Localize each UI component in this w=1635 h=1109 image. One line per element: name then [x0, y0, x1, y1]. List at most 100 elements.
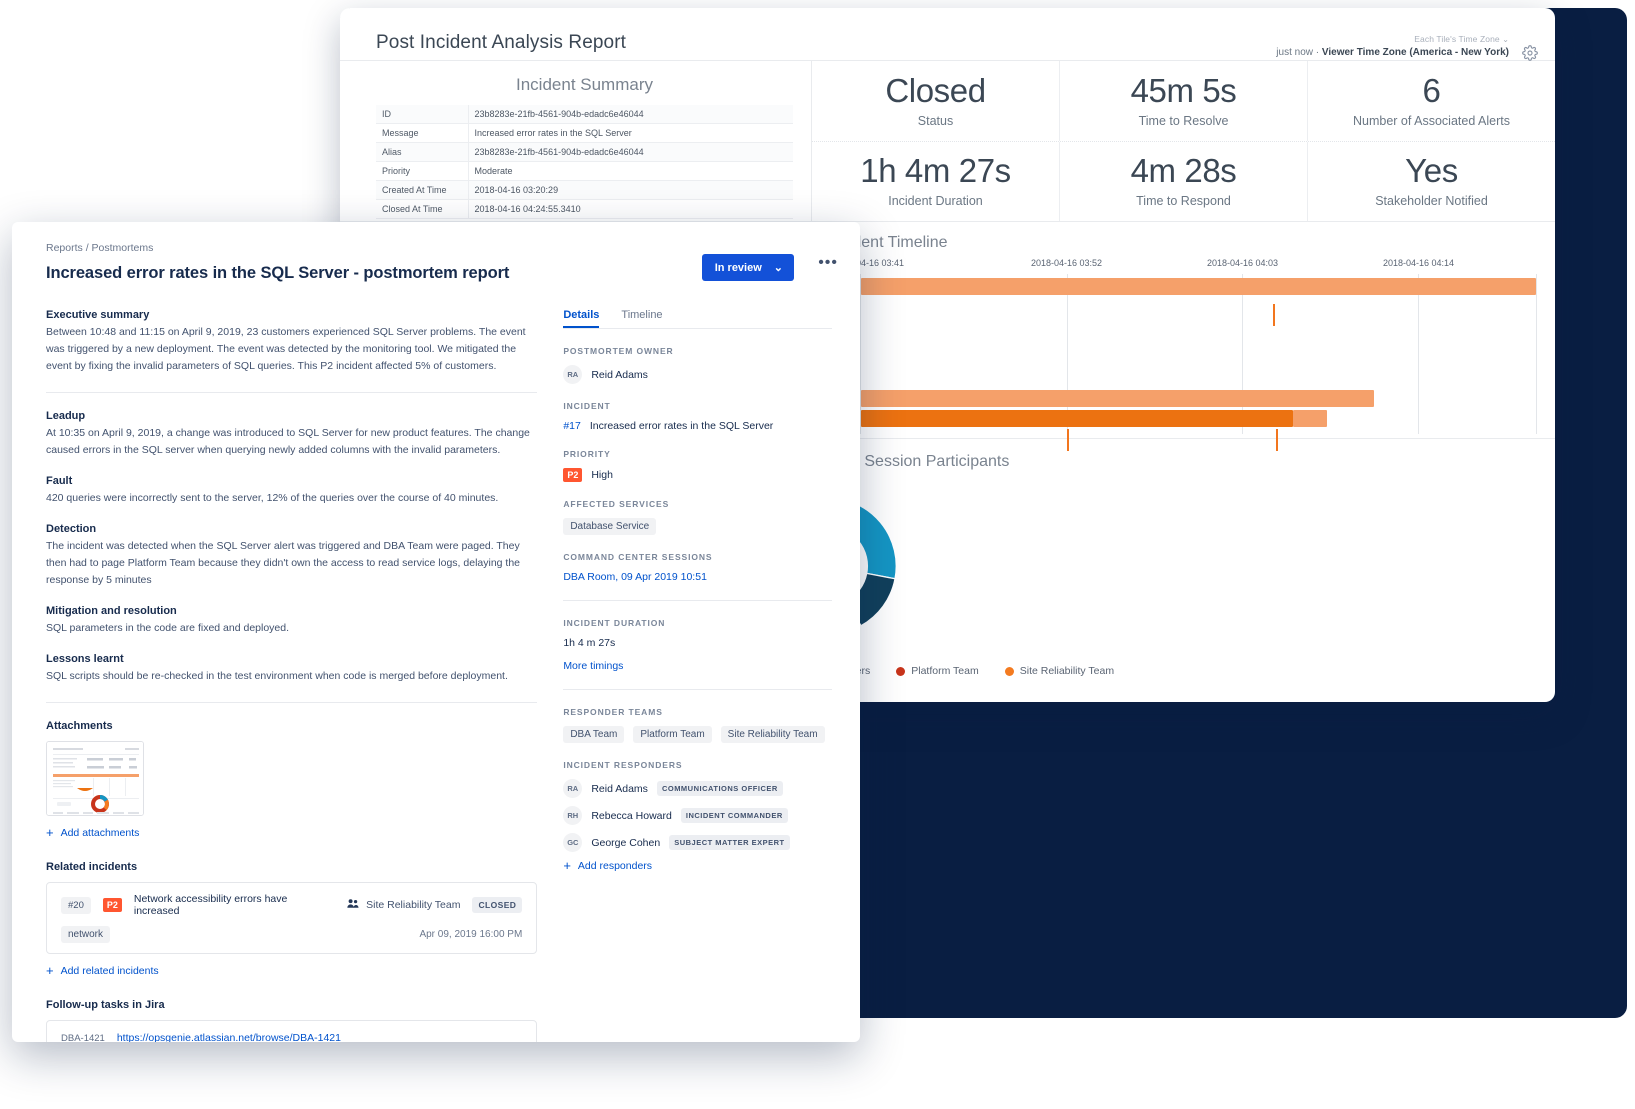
section-heading: Leadup — [46, 410, 537, 422]
priority-badge: P2 — [563, 468, 582, 482]
tab-timeline[interactable]: Timeline — [621, 309, 662, 328]
summary-row: MessageIncreased error rates in the SQL … — [376, 124, 793, 143]
stat-tile-label: Time to Respond — [1136, 194, 1231, 208]
add-related-incidents-button[interactable]: + Add related incidents — [46, 965, 537, 977]
chevron-down-icon: ⌄ — [774, 261, 783, 274]
priority-badge: P2 — [103, 898, 122, 912]
section-body: At 10:35 on April 9, 2019, a change was … — [46, 425, 537, 459]
responder-team-chip[interactable]: DBA Team — [563, 726, 624, 743]
related-incident-tag: network — [61, 926, 110, 943]
viewer-timezone-label: Viewer Time Zone (America - New York) — [1322, 47, 1509, 58]
jira-issue-row[interactable]: DBA-1421 https://opsgenie.atlassian.net/… — [46, 1020, 537, 1042]
stat-tile-label: Incident Duration — [888, 194, 983, 208]
breadcrumb: Reports / Postmortems — [46, 242, 832, 254]
responder-row[interactable]: GCGeorge CohenSUBJECT MATTER EXPERT — [563, 833, 832, 852]
divider — [46, 702, 537, 703]
legend-item[interactable]: Platform Team — [896, 665, 979, 677]
separator-dot: · — [1316, 47, 1319, 58]
status-label: In review — [715, 262, 762, 274]
jira-issue-link[interactable]: https://opsgenie.atlassian.net/browse/DB… — [117, 1032, 341, 1042]
postmortem-window: Reports / Postmortems Increased error ra… — [12, 222, 860, 1042]
tab-details[interactable]: Details — [563, 309, 599, 328]
incident-heading: INCIDENT — [563, 401, 832, 411]
more-actions-icon[interactable]: ••• — [818, 255, 838, 271]
incident-id[interactable]: #17 — [563, 420, 581, 432]
responder-row[interactable]: RAReid AdamsCOMMUNICATIONS OFFICER — [563, 779, 832, 798]
summary-key: Message — [376, 124, 468, 143]
incident-responders-heading: INCIDENT RESPONDERS — [563, 760, 832, 770]
add-responders-label: Add responders — [578, 860, 652, 872]
responder-name: Reid Adams — [591, 783, 648, 795]
responder-teams-heading: RESPONDER TEAMS — [563, 707, 832, 717]
legend-item[interactable]: Site Reliability Team — [1005, 665, 1114, 677]
related-incidents-heading: Related incidents — [46, 861, 537, 873]
avatar: RA — [563, 365, 582, 384]
gear-icon[interactable] — [1519, 42, 1541, 64]
breadcrumb-postmortems[interactable]: Postmortems — [92, 242, 154, 254]
affected-service-chip[interactable]: Database Service — [563, 518, 656, 535]
stat-tile-label: Status — [918, 114, 953, 128]
responder-teams-field: RESPONDER TEAMS DBA Team Platform Team Sit… — [563, 707, 832, 743]
related-incident-date: Apr 09, 2019 16:00 PM — [419, 929, 522, 940]
related-incident-team-name: Site Reliability Team — [366, 899, 460, 911]
attachments-section: Attachments — [46, 720, 537, 839]
timeline-axis-tick: 2018-04-16 04:03 — [1207, 258, 1278, 268]
add-attachments-label: Add attachments — [61, 827, 140, 839]
summary-row: PriorityModerate — [376, 162, 793, 181]
status-dropdown-button[interactable]: In review ⌄ — [702, 254, 794, 281]
add-attachments-button[interactable]: + Add attachments — [46, 827, 537, 839]
incident-responders-field: INCIDENT RESPONDERS RAReid AdamsCOMMUNIC… — [563, 760, 832, 872]
responder-row[interactable]: RHRebecca HowardINCIDENT COMMANDER — [563, 806, 832, 825]
jira-issue-key: DBA-1421 — [61, 1033, 105, 1043]
chevron-down-icon: ⌄ — [1502, 35, 1509, 44]
plus-icon: + — [46, 966, 54, 976]
status-badge: CLOSED — [472, 897, 522, 913]
affected-services-heading: AFFECTED SERVICES — [563, 499, 832, 509]
breadcrumb-reports[interactable]: Reports — [46, 242, 83, 254]
priority-value: P2 High — [563, 468, 832, 482]
responder-team-chip[interactable]: Site Reliability Team — [721, 726, 825, 743]
responder-team-chip[interactable]: Platform Team — [633, 726, 711, 743]
team-icon-glyph — [347, 898, 359, 909]
stat-tile-value: Closed — [885, 74, 985, 109]
timeline-gridline — [1418, 274, 1419, 434]
summary-value: 2018-04-16 04:24:55.3410 — [468, 200, 793, 219]
stat-tile-time-to-resolve: 45m 5sTime to Resolve — [1059, 61, 1307, 141]
incident-value[interactable]: #17 Increased error rates in the SQL Ser… — [563, 420, 832, 432]
tile-timezone-selector[interactable]: Each Tile's Time Zone ⌄ — [1276, 34, 1509, 46]
responder-name: Rebecca Howard — [591, 810, 672, 822]
attachments-heading: Attachments — [46, 720, 537, 732]
divider — [46, 392, 537, 393]
responder-role-badge: SUBJECT MATTER EXPERT — [669, 835, 789, 850]
responder-role-badge: INCIDENT COMMANDER — [681, 808, 788, 823]
timeline-x-axis: 2018-04-16 03:412018-04-16 03:522018-04-… — [860, 258, 1537, 274]
postmortem-owner-value[interactable]: RA Reid Adams — [563, 365, 832, 384]
related-incident-row[interactable]: #20 P2 Network accessibility errors have… — [46, 882, 537, 954]
postmortem-section: Executive summaryBetween 10:48 and 11:15… — [46, 309, 537, 375]
section-heading: Executive summary — [46, 309, 537, 321]
summary-row: Alias23b8283e-21fb-4561-904b-edadc6e4604… — [376, 143, 793, 162]
avatar: RA — [563, 779, 582, 798]
stat-tiles: ClosedStatus45m 5sTime to Resolve6Number… — [812, 61, 1555, 221]
incident-responders-list: RAReid AdamsCOMMUNICATIONS OFFICERRHRebe… — [563, 779, 832, 852]
legend-label: Platform Team — [911, 665, 979, 677]
section-body: The incident was detected when the SQL S… — [46, 538, 537, 589]
summary-key: Closed At Time — [376, 200, 468, 219]
attachment-thumbnail[interactable] — [46, 741, 144, 816]
priority-heading: PRIORITY — [563, 449, 832, 459]
section-body: 420 queries were incorrectly sent to the… — [46, 490, 537, 507]
timeline-bar — [861, 410, 1293, 427]
jira-tasks-section: Follow-up tasks in Jira DBA-1421 https:/… — [46, 999, 537, 1042]
section-body: SQL parameters in the code are fixed and… — [46, 620, 537, 637]
legend-label: Site Reliability Team — [1020, 665, 1114, 677]
plus-icon: + — [46, 828, 54, 838]
add-responders-button[interactable]: + Add responders — [563, 860, 832, 872]
stat-tile-stakeholder-notified: YesStakeholder Notified — [1307, 142, 1555, 222]
timeline-event-marker — [1067, 429, 1069, 451]
related-incident-title: Network accessibility errors have increa… — [134, 893, 335, 917]
more-timings-link[interactable]: More timings — [563, 660, 832, 672]
summary-row: Created At Time2018-04-16 03:20:29 — [376, 181, 793, 200]
section-heading: Fault — [46, 475, 537, 487]
session-link[interactable]: DBA Room, 09 Apr 2019 10:51 — [563, 571, 832, 583]
attachment-preview-icon — [47, 742, 144, 816]
